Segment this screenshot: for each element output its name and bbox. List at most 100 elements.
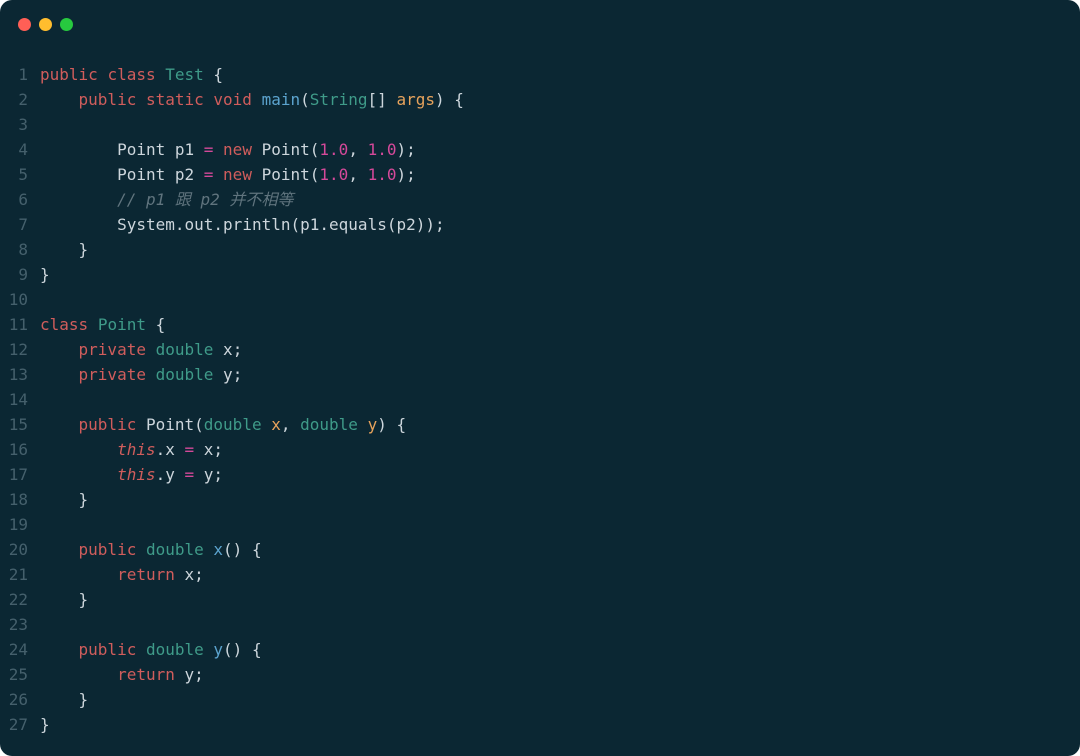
code-line[interactable]: 14 xyxy=(0,387,1080,412)
token-ident xyxy=(40,665,117,684)
code-line[interactable]: 11class Point { xyxy=(0,312,1080,337)
token-kw-mod: static xyxy=(146,90,204,109)
code-line[interactable]: 25 return y; xyxy=(0,662,1080,687)
token-paramname: y xyxy=(368,415,378,434)
code-line[interactable]: 9} xyxy=(0,262,1080,287)
token-punct: , xyxy=(348,165,367,184)
token-ident xyxy=(252,140,262,159)
line-number: 18 xyxy=(0,487,40,512)
code-line[interactable]: 21 return x; xyxy=(0,562,1080,587)
token-ident xyxy=(40,365,79,384)
code-line[interactable]: 17 this.y = y; xyxy=(0,462,1080,487)
token-ident xyxy=(40,415,79,434)
code-line[interactable]: 13 private double y; xyxy=(0,362,1080,387)
token-ident xyxy=(40,165,117,184)
token-punct: { xyxy=(146,315,165,334)
token-type: double xyxy=(146,540,204,559)
code-line[interactable]: 6 // p1 跟 p2 并不相等 xyxy=(0,187,1080,212)
token-ident xyxy=(40,440,117,459)
code-line[interactable]: 2 public static void main(String[] args)… xyxy=(0,87,1080,112)
line-number: 9 xyxy=(0,262,40,287)
token-kw-mod: private xyxy=(79,340,146,359)
line-number: 20 xyxy=(0,537,40,562)
token-ident xyxy=(146,365,156,384)
code-line[interactable]: 8 } xyxy=(0,237,1080,262)
line-number: 22 xyxy=(0,587,40,612)
token-kw-mod: public xyxy=(79,415,137,434)
code-content[interactable]: } xyxy=(40,587,88,612)
code-line[interactable]: 16 this.x = x; xyxy=(0,437,1080,462)
token-type2: Point xyxy=(262,165,310,184)
code-line[interactable]: 7 System.out.println(p1.equals(p2)); xyxy=(0,212,1080,237)
code-content[interactable]: System.out.println(p1.equals(p2)); xyxy=(40,212,445,237)
token-punct: } xyxy=(40,240,88,259)
token-kw-mod: void xyxy=(213,90,252,109)
code-content[interactable]: } xyxy=(40,487,88,512)
line-number: 5 xyxy=(0,162,40,187)
token-ident xyxy=(204,90,214,109)
code-content[interactable]: public double x() { xyxy=(40,537,262,562)
token-punct: } xyxy=(40,715,50,734)
line-number: 12 xyxy=(0,337,40,362)
code-content[interactable]: this.x = x; xyxy=(40,437,223,462)
code-content[interactable]: private double x; xyxy=(40,337,242,362)
code-content[interactable]: } xyxy=(40,237,88,262)
code-line[interactable]: 5 Point p2 = new Point(1.0, 1.0); xyxy=(0,162,1080,187)
code-line[interactable]: 27} xyxy=(0,712,1080,737)
code-content[interactable]: public double y() { xyxy=(40,637,262,662)
code-content[interactable]: class Point { xyxy=(40,312,165,337)
code-line[interactable]: 26 } xyxy=(0,687,1080,712)
token-ident xyxy=(40,540,79,559)
code-content[interactable]: return x; xyxy=(40,562,204,587)
code-content[interactable]: } xyxy=(40,712,50,737)
code-content[interactable]: public static void main(String[] args) { xyxy=(40,87,464,112)
token-punct: ( xyxy=(300,90,310,109)
token-ident: x xyxy=(204,440,214,459)
code-content[interactable]: Point p2 = new Point(1.0, 1.0); xyxy=(40,162,416,187)
zoom-icon[interactable] xyxy=(60,18,73,31)
code-content[interactable]: return y; xyxy=(40,662,204,687)
code-line[interactable]: 1public class Test { xyxy=(0,62,1080,87)
line-number: 15 xyxy=(0,412,40,437)
code-content[interactable]: } xyxy=(40,262,50,287)
token-ident: println xyxy=(223,215,290,234)
code-line[interactable]: 4 Point p1 = new Point(1.0, 1.0); xyxy=(0,137,1080,162)
token-ident xyxy=(252,90,262,109)
code-content[interactable]: Point p1 = new Point(1.0, 1.0); xyxy=(40,137,416,162)
token-ident xyxy=(194,465,204,484)
token-punct: [] xyxy=(368,90,397,109)
token-type: double xyxy=(300,415,358,434)
code-line[interactable]: 12 private double x; xyxy=(0,337,1080,362)
token-punct: . xyxy=(156,440,166,459)
token-field: out xyxy=(185,215,214,234)
token-ident xyxy=(40,640,79,659)
token-punct: ( xyxy=(290,215,300,234)
code-line[interactable]: 23 xyxy=(0,612,1080,637)
token-method: y xyxy=(213,640,223,659)
code-content[interactable]: public Point(double x, double y) { xyxy=(40,412,406,437)
token-type: Point xyxy=(98,315,146,334)
code-content[interactable]: public class Test { xyxy=(40,62,223,87)
line-number: 17 xyxy=(0,462,40,487)
token-op: = xyxy=(185,440,195,459)
code-content[interactable]: private double y; xyxy=(40,362,242,387)
code-content[interactable]: this.y = y; xyxy=(40,462,223,487)
code-content[interactable]: // p1 跟 p2 并不相等 xyxy=(40,187,293,212)
code-line[interactable]: 3 xyxy=(0,112,1080,137)
token-type: Test xyxy=(165,65,204,84)
line-number: 13 xyxy=(0,362,40,387)
code-line[interactable]: 24 public double y() { xyxy=(0,637,1080,662)
code-line[interactable]: 22 } xyxy=(0,587,1080,612)
minimize-icon[interactable] xyxy=(39,18,52,31)
code-editor[interactable]: 1public class Test {2 public static void… xyxy=(0,40,1080,737)
token-ident: y xyxy=(185,665,195,684)
token-kw-mod: public xyxy=(79,640,137,659)
close-icon[interactable] xyxy=(18,18,31,31)
code-line[interactable]: 10 xyxy=(0,287,1080,312)
code-content[interactable]: } xyxy=(40,687,88,712)
code-line[interactable]: 20 public double x() { xyxy=(0,537,1080,562)
code-line[interactable]: 15 public Point(double x, double y) { xyxy=(0,412,1080,437)
code-line[interactable]: 19 xyxy=(0,512,1080,537)
code-line[interactable]: 18 } xyxy=(0,487,1080,512)
token-ident xyxy=(146,340,156,359)
